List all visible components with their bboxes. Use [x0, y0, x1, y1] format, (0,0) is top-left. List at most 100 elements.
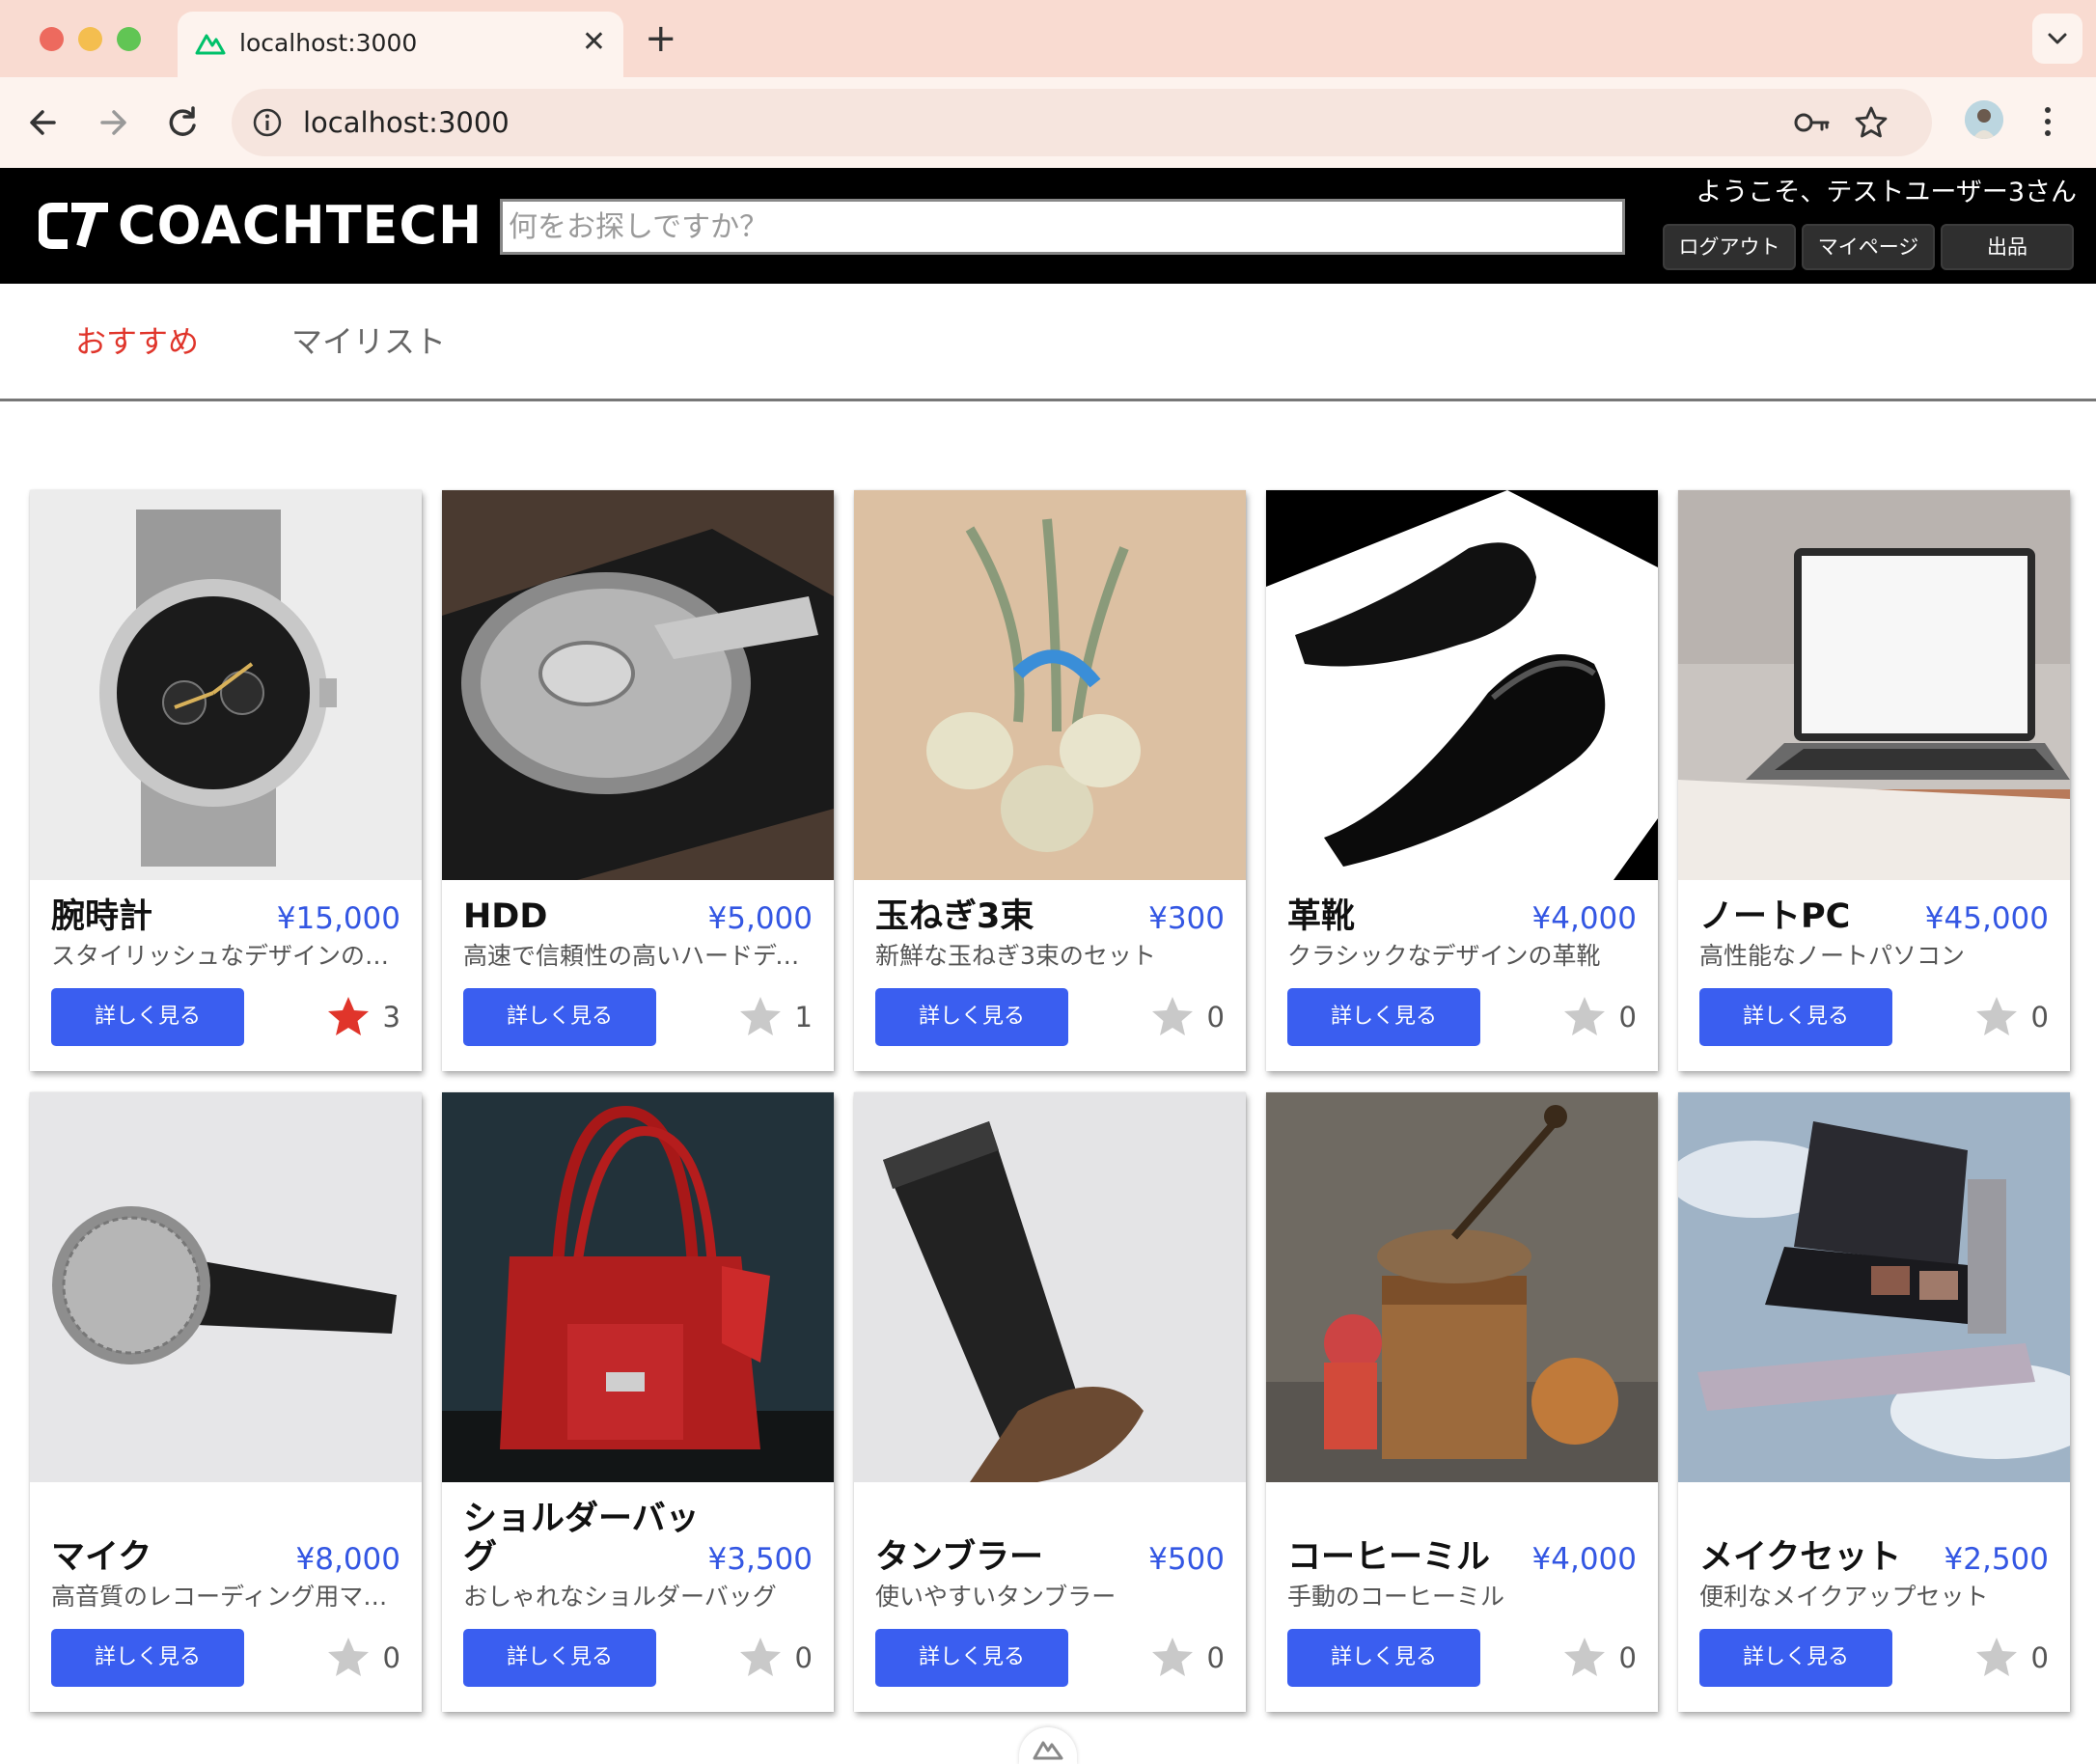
- product-name[interactable]: ノートPC: [1699, 897, 1850, 936]
- coachtech-logo[interactable]: COACHTECH: [39, 195, 483, 257]
- search-input[interactable]: [500, 199, 1625, 255]
- product-card: 革靴 ¥4,000 クラシックなデザインの革靴 詳しく見る 0: [1266, 490, 1658, 1071]
- like-star-icon[interactable]: [737, 994, 784, 1040]
- window-minimize-button[interactable]: [78, 27, 102, 51]
- product-description: おしゃれなショルダーバッグ: [463, 1583, 777, 1611]
- view-details-button[interactable]: 詳しく見る: [463, 1629, 656, 1687]
- product-description: 手動のコーヒーミル: [1287, 1583, 1505, 1611]
- product-price: ¥300: [1148, 901, 1225, 936]
- product-name[interactable]: 玉ねぎ3束: [875, 897, 1034, 936]
- product-card: コーヒーミル ¥4,000 手動のコーヒーミル 詳しく見る 0: [1266, 1092, 1658, 1712]
- product-image-mic[interactable]: [30, 1092, 422, 1482]
- product-description: 便利なメイクアップセット: [1699, 1583, 1989, 1611]
- item-tabs: おすすめ マイリスト: [0, 284, 2096, 401]
- sell-button[interactable]: 出品: [1941, 224, 2074, 270]
- bookmark-star-icon[interactable]: [1853, 104, 1889, 141]
- like-star-icon[interactable]: [1561, 994, 1608, 1040]
- view-details-button[interactable]: 詳しく見る: [875, 988, 1068, 1046]
- product-description: スタイリッシュなデザインのメンズ腕時計: [51, 942, 408, 970]
- like-count: 1: [794, 1001, 813, 1034]
- product-image-makeup[interactable]: [1678, 1092, 2070, 1482]
- product-image-onions[interactable]: [854, 490, 1246, 880]
- tab-recommended[interactable]: おすすめ: [75, 320, 199, 363]
- view-details-button[interactable]: 詳しく見る: [875, 1629, 1068, 1687]
- product-image-tumbler[interactable]: [854, 1092, 1246, 1482]
- product-name[interactable]: ショルダーバッグ: [463, 1500, 714, 1577]
- view-details-button[interactable]: 詳しく見る: [1287, 988, 1480, 1046]
- product-description: 高性能なノートパソコン: [1699, 942, 1966, 970]
- product-price: ¥4,000: [1531, 901, 1637, 936]
- like-star-icon[interactable]: [1561, 1635, 1608, 1681]
- product-image-laptop[interactable]: [1678, 490, 2070, 880]
- like-star-icon[interactable]: [1973, 994, 2020, 1040]
- close-icon[interactable]: ✕: [582, 25, 606, 60]
- site-header: COACHTECH ようこそ、テストユーザー3さん ログアウト マイページ 出品: [0, 168, 2096, 284]
- chevron-down-icon: [2048, 33, 2067, 44]
- product-card: タンブラー ¥500 使いやすいタンブラー 詳しく見る 0: [854, 1092, 1246, 1712]
- product-image-bag[interactable]: [442, 1092, 834, 1482]
- product-description: 使いやすいタンブラー: [875, 1583, 1117, 1611]
- view-details-button[interactable]: 詳しく見る: [51, 988, 244, 1046]
- kebab-menu-icon[interactable]: [2042, 102, 2054, 141]
- tab-search-button[interactable]: [2032, 14, 2082, 64]
- product-name[interactable]: HDD: [463, 897, 547, 936]
- window-close-button[interactable]: [40, 27, 64, 51]
- info-icon[interactable]: [251, 106, 284, 139]
- product-image-watch[interactable]: [30, 490, 422, 880]
- browser-toolbar: localhost:3000: [0, 77, 2096, 168]
- product-price: ¥45,000: [1924, 901, 2049, 936]
- like-count: 0: [1206, 1001, 1225, 1034]
- reload-icon[interactable]: [158, 98, 207, 147]
- window-maximize-button[interactable]: [117, 27, 141, 51]
- product-image-shoes[interactable]: [1266, 490, 1658, 880]
- browser-tab-bar: localhost:3000 ✕ +: [0, 0, 2096, 77]
- view-details-button[interactable]: 詳しく見る: [51, 1629, 244, 1687]
- product-card: ノートPC ¥45,000 高性能なノートパソコン 詳しく見る 0: [1678, 490, 2070, 1071]
- back-arrow-icon[interactable]: [19, 98, 68, 147]
- product-name[interactable]: タンブラー: [875, 1538, 1043, 1577]
- nuxt-devtools-icon: [1033, 1741, 1063, 1760]
- product-name[interactable]: マイク: [51, 1538, 152, 1577]
- like-count: 0: [1618, 1001, 1637, 1034]
- like-star-icon[interactable]: [325, 1635, 372, 1681]
- address-bar[interactable]: localhost:3000: [232, 89, 1932, 156]
- product-image-hdd[interactable]: [442, 490, 834, 880]
- product-price: ¥3,500: [707, 1542, 813, 1577]
- like-count: 0: [1618, 1641, 1637, 1674]
- like-count: 0: [794, 1641, 813, 1674]
- like-count: 3: [382, 1001, 400, 1034]
- product-name[interactable]: 腕時計: [51, 897, 152, 936]
- logo-text: COACHTECH: [118, 195, 483, 256]
- mypage-button[interactable]: マイページ: [1802, 224, 1935, 270]
- product-card: メイクセット ¥2,500 便利なメイクアップセット 詳しく見る 0: [1678, 1092, 2070, 1712]
- logout-button[interactable]: ログアウト: [1663, 224, 1796, 270]
- tab-mylist[interactable]: マイリスト: [291, 320, 446, 363]
- view-details-button[interactable]: 詳しく見る: [1287, 1629, 1480, 1687]
- key-icon[interactable]: [1793, 106, 1832, 139]
- like-star-icon[interactable]: [325, 994, 372, 1040]
- view-details-button[interactable]: 詳しく見る: [1699, 1629, 1892, 1687]
- product-name[interactable]: 革靴: [1287, 897, 1355, 936]
- product-name[interactable]: コーヒーミル: [1287, 1538, 1490, 1577]
- product-description: クラシックなデザインの革靴: [1287, 942, 1601, 970]
- like-star-icon[interactable]: [1973, 1635, 2020, 1681]
- product-description: 高音質のレコーディング用マイク: [51, 1583, 408, 1611]
- view-details-button[interactable]: 詳しく見る: [463, 988, 656, 1046]
- view-details-button[interactable]: 詳しく見る: [1699, 988, 1892, 1046]
- product-card: 腕時計 ¥15,000 スタイリッシュなデザインのメンズ腕時計 詳しく見る 3: [30, 490, 422, 1071]
- nuxt-devtools-button[interactable]: [1019, 1727, 1077, 1764]
- product-price: ¥5,000: [707, 901, 813, 936]
- browser-tab[interactable]: localhost:3000 ✕: [178, 12, 623, 77]
- like-star-icon[interactable]: [1149, 994, 1196, 1040]
- url-text[interactable]: localhost:3000: [303, 104, 510, 141]
- product-description: 新鮮な玉ねぎ3束のセット: [875, 942, 1156, 970]
- welcome-message: ようこそ、テストユーザー3さん: [1696, 178, 2077, 207]
- profile-avatar[interactable]: [1965, 100, 2003, 139]
- product-card: マイク ¥8,000 高音質のレコーディング用マイク 詳しく見る 0: [30, 1092, 422, 1712]
- plus-icon[interactable]: +: [645, 17, 677, 60]
- forward-arrow-icon[interactable]: [89, 98, 137, 147]
- product-image-coffee-mill[interactable]: [1266, 1092, 1658, 1482]
- like-star-icon[interactable]: [737, 1635, 784, 1681]
- like-star-icon[interactable]: [1149, 1635, 1196, 1681]
- product-name[interactable]: メイクセット: [1699, 1538, 1901, 1577]
